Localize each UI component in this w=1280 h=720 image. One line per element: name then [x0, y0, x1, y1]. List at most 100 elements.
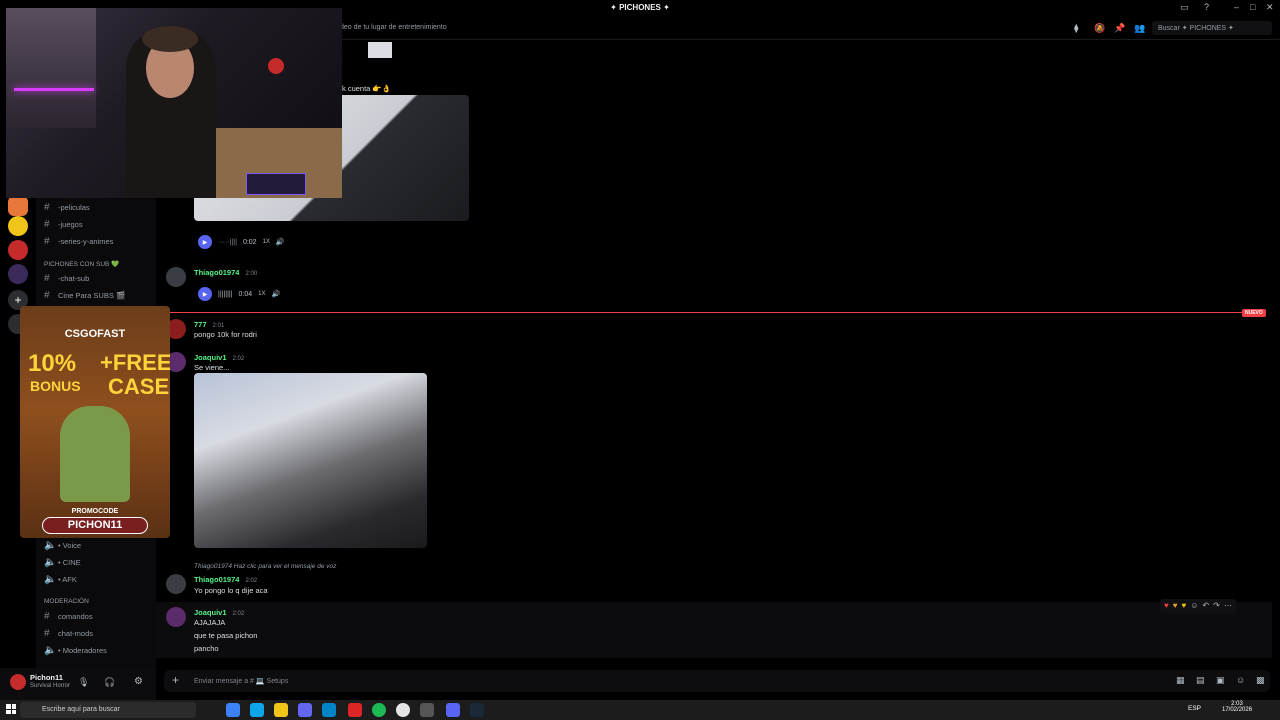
message-actions: ♥ ♥ ♥ ☺ ↶ ↷ ⋯ — [1160, 599, 1236, 613]
channel-label: -juegos — [58, 219, 83, 229]
message-author[interactable]: Joaquiv1 2:02 — [194, 353, 244, 362]
microphone-icon — [268, 58, 284, 74]
edge-icon[interactable] — [250, 703, 264, 717]
apps-icon[interactable]: ▩ — [1256, 675, 1265, 686]
channel-chat-mods[interactable]: # chat-mods — [44, 626, 93, 640]
category-moderacion[interactable]: MODERACIÓN — [44, 598, 89, 605]
speaker-icon: 🔈 — [44, 556, 57, 568]
hash-icon: # — [44, 627, 50, 639]
inbox-icon[interactable]: ▭ — [1180, 2, 1189, 13]
play-icon[interactable]: ▶ — [198, 235, 212, 249]
hash-icon: # — [44, 289, 50, 301]
avatar[interactable] — [10, 674, 26, 690]
voice-channel-afk[interactable]: 🔈 • AFK — [44, 572, 77, 586]
voice-channel-moderadores[interactable]: 🔈 • Moderadores — [44, 643, 107, 657]
members-icon[interactable]: 👥 — [1134, 23, 1145, 34]
gif-icon[interactable]: ▤ — [1196, 675, 1205, 686]
sponsor-overlay: CSGOFAST 10% BONUS +FREE CASE PROMOCODE … — [20, 306, 170, 538]
channel-peliculas[interactable]: # -peliculas — [44, 200, 90, 214]
avatar[interactable] — [166, 607, 186, 627]
message-timestamp: 2:01 — [212, 323, 225, 329]
message-author[interactable]: Thiago01974 2:00 — [194, 268, 257, 277]
obs-icon[interactable] — [396, 703, 410, 717]
voice-channel-voice[interactable]: 🔈 • Voice — [44, 538, 81, 552]
channel-series[interactable]: # -series-y-animes — [44, 234, 113, 248]
add-reaction-icon[interactable]: ☺ — [1190, 601, 1198, 611]
ad-free-label: +FREE — [100, 350, 170, 375]
speed-button[interactable]: 1X — [258, 291, 265, 297]
app-icon[interactable] — [348, 703, 362, 717]
minimize-icon[interactable]: – — [1234, 2, 1239, 12]
volume-icon[interactable]: 🔊 — [272, 290, 281, 298]
gift-icon[interactable]: ▦ — [1176, 675, 1185, 686]
server-icon[interactable] — [8, 196, 28, 216]
taskbar-search-input[interactable]: Escribe aquí para buscar — [20, 702, 196, 718]
message-author[interactable]: Thiago01974 2:02 — [194, 575, 257, 584]
ad-character — [60, 406, 130, 502]
language-indicator[interactable]: ESP — [1188, 705, 1201, 712]
author-name: Joaquiv1 — [194, 353, 227, 362]
avatar[interactable] — [166, 267, 186, 287]
mail-icon[interactable] — [322, 703, 336, 717]
close-icon[interactable]: ✕ — [1266, 2, 1274, 13]
maximize-icon[interactable]: □ — [1250, 2, 1255, 12]
clock[interactable]: 2:03 17/02/2026 — [1222, 701, 1252, 713]
message-author[interactable]: Joaquiv1 2:02 — [194, 608, 244, 617]
voice-channel-cine[interactable]: 🔈 • CINE — [44, 555, 81, 569]
channel-juegos[interactable]: # -juegos — [44, 217, 83, 231]
threads-icon[interactable]: ⧫ — [1074, 23, 1078, 34]
ad-bonus-percent: 10% — [28, 350, 77, 377]
pin-icon[interactable]: 📌 — [1114, 23, 1125, 34]
spotify-icon[interactable] — [372, 703, 386, 717]
server-icon[interactable] — [8, 216, 28, 236]
message-author[interactable]: 777 2:01 — [194, 320, 224, 329]
led-strip — [14, 88, 94, 91]
voice-message: ▶ |||||||| 0:04 1X 🔊 — [198, 285, 280, 303]
background-shelf — [6, 8, 96, 128]
channel-label: -chat-sub — [58, 273, 90, 283]
speed-button[interactable]: 1X — [263, 239, 270, 245]
message-input[interactable]: Enviar mensaje a # 💻 Setups — [194, 677, 288, 685]
avatar[interactable] — [166, 574, 186, 594]
headphones-icon[interactable]: 🎧 — [104, 677, 115, 688]
reply-icon[interactable]: ↶ — [1202, 601, 1209, 611]
server-icon[interactable] — [8, 240, 28, 260]
search-input[interactable]: Buscar ✦ PICHONES ✦ — [1152, 21, 1272, 35]
category-sub[interactable]: PICHONES CON SUB 💚 — [44, 260, 119, 268]
emoji-icon[interactable]: ☺ — [1236, 675, 1245, 685]
app-icon[interactable] — [420, 703, 434, 717]
server-icon[interactable] — [8, 264, 28, 284]
app-icon[interactable] — [226, 703, 240, 717]
windows-start-icon[interactable] — [6, 704, 16, 714]
heart-reaction-icon[interactable]: ♥ — [1173, 601, 1178, 611]
mute-icon[interactable]: 🔕 — [1094, 23, 1105, 34]
message-text: pongo 10k for rodri — [194, 330, 257, 339]
help-icon[interactable]: ? — [1204, 2, 1209, 12]
settings-icon[interactable]: ⚙ — [134, 676, 143, 687]
more-icon[interactable]: ⋯ — [1224, 601, 1232, 611]
play-icon[interactable]: ▶ — [198, 287, 212, 301]
image-attachment[interactable] — [194, 373, 427, 548]
discord-icon[interactable] — [446, 703, 460, 717]
plus-icon[interactable]: + — [172, 673, 179, 687]
steam-icon[interactable] — [470, 703, 484, 717]
image-attachment[interactable] — [368, 42, 392, 58]
sticker-icon[interactable]: ▣ — [1216, 675, 1225, 686]
taskbar: Escribe aquí para buscar ESP 2:03 17/02/… — [0, 700, 1280, 720]
hovered-message[interactable] — [156, 602, 1272, 658]
forward-icon[interactable]: ↷ — [1213, 601, 1220, 611]
reply-reference[interactable]: Thiago01974 Haz clic para ver el mensaje… — [194, 563, 336, 570]
new-messages-divider — [166, 312, 1266, 313]
message-text: AJAJAJA — [194, 618, 226, 627]
channel-chat-sub[interactable]: # -chat-sub — [44, 271, 89, 285]
hash-icon: # — [44, 235, 50, 247]
store-icon[interactable] — [298, 703, 312, 717]
channel-cine-subs[interactable]: # Cine Para SUBS 🎬 — [44, 288, 125, 302]
file-explorer-icon[interactable] — [274, 703, 288, 717]
microphone-icon[interactable]: 🎙 — [78, 677, 89, 688]
volume-icon[interactable]: 🔊 — [276, 238, 285, 246]
channel-comandos[interactable]: # comandos — [44, 609, 93, 623]
webcam-overlay — [6, 8, 342, 198]
heart-reaction-icon[interactable]: ♥ — [1182, 601, 1187, 611]
heart-reaction-icon[interactable]: ♥ — [1164, 601, 1169, 611]
